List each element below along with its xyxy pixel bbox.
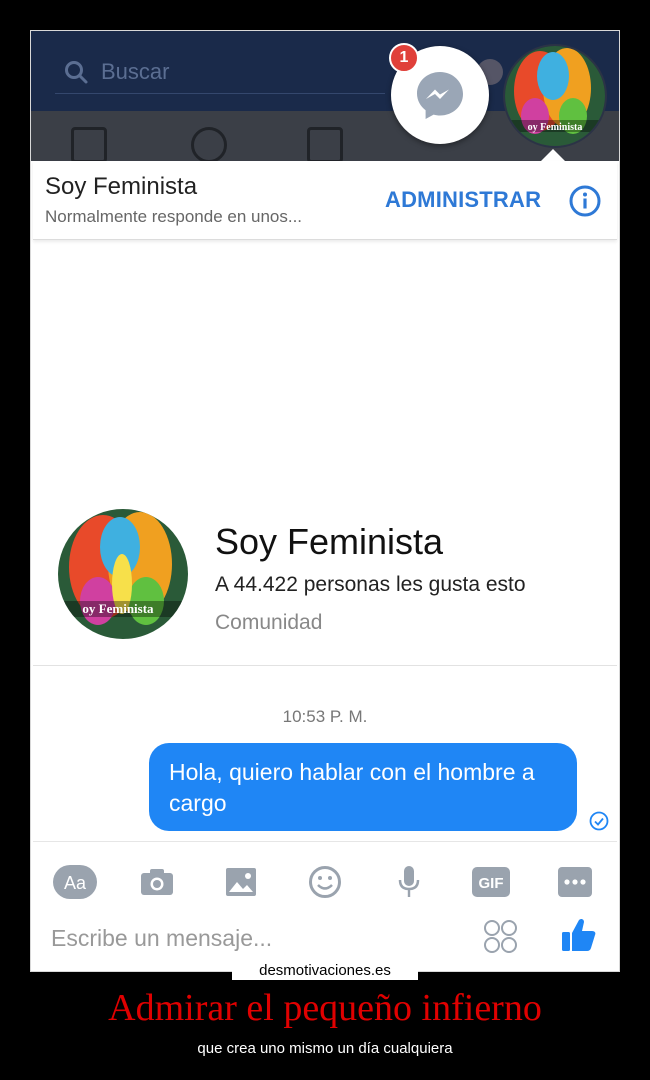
divider — [33, 665, 617, 666]
text-format-button[interactable]: Aa — [53, 862, 97, 902]
page-name: Soy Feminista — [215, 521, 444, 562]
rainbow-hair-avatar-image: oy Feminista — [58, 509, 188, 639]
screenshot-frame: Buscar 1 oy Feminista Soy Feminista Norm… — [30, 30, 620, 972]
search-icon — [65, 61, 88, 84]
poster-headline: Admirar el pequeño infierno — [108, 987, 542, 1029]
sent-check-icon — [589, 811, 609, 831]
messenger-icon — [417, 72, 463, 119]
page-likes: A 44.422 personas les gusta esto — [215, 573, 526, 596]
microphone-button[interactable] — [387, 862, 431, 902]
poster-subline: que crea uno mismo un día cualquiera — [197, 1040, 453, 1057]
search-placeholder: Buscar — [101, 59, 170, 84]
video-icon[interactable] — [191, 127, 227, 163]
chat-subtitle: Normalmente responde en unos... — [45, 207, 303, 226]
info-icon[interactable] — [569, 185, 601, 217]
gallery-button[interactable] — [219, 862, 263, 902]
rainbow-hair-avatar-image: oy Feminista — [505, 46, 605, 146]
gif-label: GIF — [479, 875, 504, 892]
sent-message-bubble[interactable]: Hola, quiero hablar con el hombre a carg… — [149, 743, 577, 831]
message-timestamp: 10:53 P. M. — [282, 707, 368, 726]
page-avatar[interactable]: oy Feminista — [58, 509, 188, 639]
message-input[interactable]: Escribe un mensaje... — [51, 925, 272, 952]
microphone-icon — [398, 866, 420, 897]
chat-panel: Soy Feminista Normalmente responde en un… — [33, 161, 617, 971]
text-format-label: Aa — [64, 873, 87, 893]
administrar-button[interactable]: ADMINISTRAR — [385, 187, 541, 213]
site-watermark: desmotivaciones.es — [232, 962, 418, 980]
emoji-button[interactable] — [303, 862, 347, 902]
panel-pointer — [541, 149, 565, 161]
avatar-caption: oy Feminista — [528, 122, 583, 133]
chathead-avatar[interactable]: oy Feminista — [505, 46, 605, 146]
gif-button[interactable]: GIF — [469, 862, 513, 902]
emoji-icon — [309, 866, 341, 898]
stickers-icon[interactable] — [483, 919, 519, 955]
camera-button[interactable] — [135, 862, 179, 902]
notification-badge: 1 — [389, 43, 419, 73]
image-icon — [226, 868, 256, 896]
text-format-icon: Aa — [53, 865, 97, 899]
chat-header: Soy Feminista Normalmente responde en un… — [33, 161, 617, 240]
avatar-caption: oy Feminista — [82, 601, 154, 616]
page-category: Comunidad — [215, 611, 323, 634]
more-icon — [558, 867, 592, 897]
news-feed-icon[interactable] — [71, 127, 107, 163]
camera-icon — [141, 869, 173, 895]
marketplace-icon[interactable] — [307, 127, 343, 163]
thumbs-up-icon[interactable] — [559, 915, 599, 955]
chat-title: Soy Feminista — [45, 173, 198, 200]
gif-icon: GIF — [472, 867, 510, 897]
search-bar[interactable]: Buscar — [55, 51, 385, 94]
more-button[interactable] — [553, 862, 597, 902]
composer-toolbar: Aa GIF — [33, 841, 617, 920]
